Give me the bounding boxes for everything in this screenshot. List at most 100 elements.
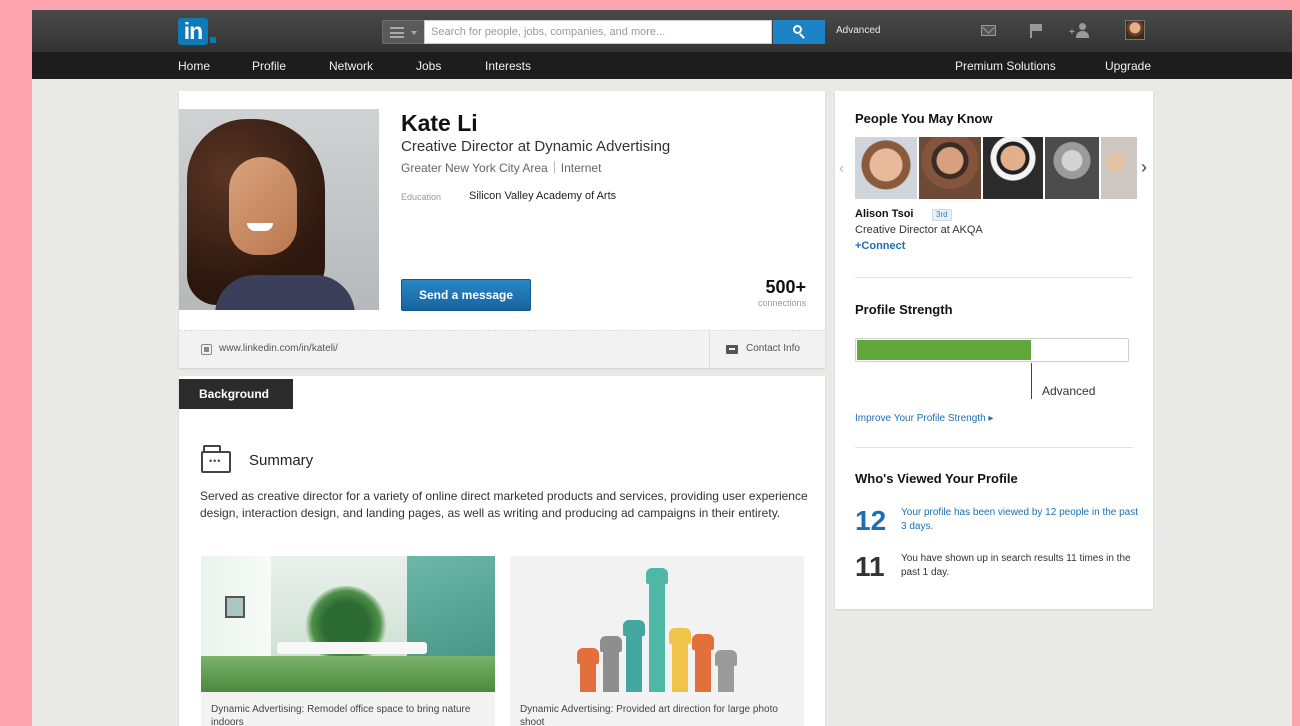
search-button[interactable] <box>773 20 825 44</box>
separator <box>553 161 555 173</box>
background-section: Background Summary Served as creative di… <box>179 376 825 726</box>
office-desk <box>277 642 427 654</box>
hand-tall-teal <box>646 568 668 692</box>
linkedin-logo[interactable]: in <box>178 18 208 45</box>
office-floor <box>201 656 495 692</box>
profile-location[interactable]: Greater New York City Area <box>401 161 548 175</box>
hand-gray <box>600 636 622 692</box>
person-head <box>1079 23 1086 30</box>
account-avatar[interactable] <box>1125 20 1145 40</box>
main-nav: Home Profile Network Jobs Interests Prem… <box>32 52 1292 79</box>
photo-smile <box>247 223 273 231</box>
search-type-dropdown[interactable] <box>382 20 424 44</box>
profile-industry[interactable]: Internet <box>561 161 602 175</box>
hand-yellow <box>669 628 691 692</box>
public-profile-url[interactable]: www.linkedin.com/in/kateli/ <box>219 343 338 354</box>
envelope-shape <box>981 25 996 36</box>
person-photo-alison[interactable] <box>855 137 917 199</box>
media-item-photo-shoot[interactable]: Dynamic Advertising: Provided art direct… <box>510 556 804 726</box>
nav-home[interactable]: Home <box>178 59 210 73</box>
summary-text: Served as creative director for a variet… <box>200 489 808 520</box>
contact-info-button[interactable]: Contact Info <box>709 331 825 369</box>
person-body <box>1076 31 1089 38</box>
media-caption: Dynamic Advertising: Remodel office spac… <box>211 704 471 726</box>
contact-card-icon <box>726 345 738 354</box>
right-sidebar: People You May Know ‹ › Alison Tsoi 3rd … <box>835 91 1153 609</box>
profile-strength-fill <box>857 340 1031 360</box>
profile-location-line: Greater New York City Area Internet <box>401 161 601 175</box>
chevron-right-icon[interactable]: › <box>1141 157 1147 178</box>
nav-jobs[interactable]: Jobs <box>416 59 441 73</box>
connections-count: 500+ <box>765 277 806 297</box>
improve-link-label: Improve Your Profile Strength <box>855 413 986 424</box>
people-carousel: ‹ › <box>835 135 1153 201</box>
summary-icon-box <box>201 451 231 473</box>
search-icon-handle <box>799 33 805 39</box>
profile-card: Kate Li Creative Director at Dynamic Adv… <box>179 91 825 369</box>
profile-strength-level: Advanced <box>1042 384 1096 398</box>
education-label: Education <box>401 192 442 202</box>
media-item-office[interactable]: Dynamic Advertising: Remodel office spac… <box>201 556 495 726</box>
send-message-button[interactable]: Send a message <box>401 279 531 311</box>
hand-teal <box>623 620 645 692</box>
raised-hands-image <box>510 556 804 692</box>
profile-views-text[interactable]: Your profile has been viewed by 12 peopl… <box>901 506 1141 534</box>
nav-interests[interactable]: Interests <box>485 59 531 73</box>
profile-strength-meter <box>855 338 1129 362</box>
chevron-left-icon[interactable]: ‹ <box>839 160 844 178</box>
person-photo[interactable] <box>1101 137 1137 199</box>
add-connection-icon[interactable]: + <box>1069 22 1090 40</box>
person-photo[interactable] <box>1045 137 1099 199</box>
public-profile-bar: www.linkedin.com/in/kateli/ Contact Info <box>179 330 825 369</box>
connections-label: connections <box>757 298 806 308</box>
people-you-may-know-title: People You May Know <box>855 111 993 126</box>
search-appearances-count: 11 <box>855 551 885 582</box>
divider <box>855 447 1133 448</box>
summary-icon <box>201 445 231 475</box>
photo-shirt <box>215 275 355 310</box>
plus-icon: + <box>1069 27 1075 38</box>
photo-face <box>229 157 297 255</box>
degree-badge: 3rd <box>932 209 952 221</box>
media-caption: Dynamic Advertising: Provided art direct… <box>520 704 778 726</box>
linkedin-window: in Advanced + Home Profile Network Jobs … <box>32 10 1292 726</box>
suggested-person-title: Creative Director at AKQA <box>855 224 983 236</box>
strength-marker <box>1031 363 1032 399</box>
summary-title: Summary <box>249 452 314 469</box>
list-icon <box>390 27 404 38</box>
search-input[interactable] <box>424 20 772 44</box>
nav-profile[interactable]: Profile <box>252 59 286 73</box>
advanced-search-link[interactable]: Advanced <box>836 25 880 36</box>
hand-light-gray <box>715 650 737 692</box>
profile-strength-title: Profile Strength <box>855 302 953 317</box>
connect-link[interactable]: +Connect <box>855 240 905 252</box>
divider <box>855 277 1133 278</box>
flag-icon[interactable] <box>1027 22 1045 40</box>
profile-photo[interactable] <box>179 109 379 310</box>
office-picture-frame <box>225 596 245 618</box>
contact-info-label: Contact Info <box>746 343 800 354</box>
person-photo[interactable] <box>983 137 1043 199</box>
profile-headline: Creative Director at Dynamic Advertising <box>401 138 671 155</box>
caret-down-icon <box>411 31 417 35</box>
top-bar: in Advanced + <box>32 10 1292 52</box>
office-photo <box>201 556 495 692</box>
whos-viewed-title: Who's Viewed Your Profile <box>855 471 1018 486</box>
profile-views-count[interactable]: 12 <box>855 507 886 535</box>
flag-cloth <box>1032 24 1042 31</box>
education-value[interactable]: Silicon Valley Academy of Arts <box>469 190 616 202</box>
hand-red-orange <box>692 634 714 692</box>
nav-network[interactable]: Network <box>329 59 373 73</box>
linkedin-url-icon <box>201 344 212 355</box>
profile-name: Kate Li <box>401 110 478 136</box>
improve-profile-strength-link[interactable]: Improve Your Profile Strength ▸ <box>855 413 993 424</box>
person-photo[interactable] <box>919 137 981 199</box>
search-appearances-text: You have shown up in search results 11 t… <box>901 553 1131 578</box>
mail-icon[interactable] <box>980 22 998 40</box>
logo-mark-dot <box>210 37 216 43</box>
suggested-person-name[interactable]: Alison Tsoi <box>855 208 913 220</box>
background-tab[interactable]: Background <box>179 379 293 409</box>
nav-upgrade[interactable]: Upgrade <box>1105 59 1151 73</box>
hand-orange <box>577 648 599 692</box>
nav-premium-solutions[interactable]: Premium Solutions <box>955 59 1056 73</box>
